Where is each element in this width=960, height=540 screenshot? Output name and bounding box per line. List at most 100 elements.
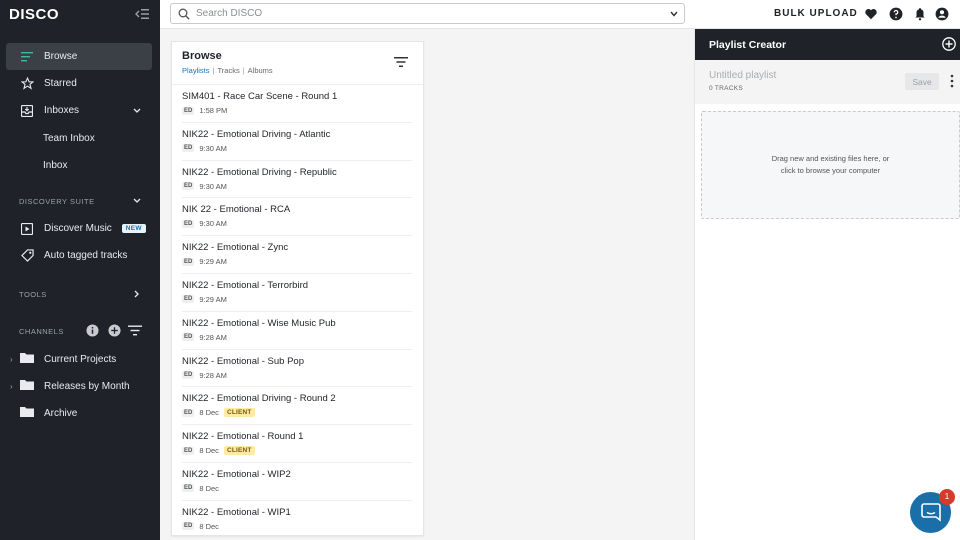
sort-filter-icon[interactable] xyxy=(394,56,408,68)
playlist-creator-title: Playlist Creator xyxy=(709,39,787,51)
search-input[interactable] xyxy=(196,8,666,19)
user-avatar-icon[interactable] xyxy=(935,7,949,21)
playlist-row[interactable]: NIK22 - Emotional Driving - Republic ED 9:… xyxy=(182,161,412,199)
playlist-meta: ED 9:28 AM xyxy=(182,333,412,342)
sidebar-item-starred[interactable]: Starred xyxy=(6,70,152,97)
channel-current-projects[interactable]: › Current Projects xyxy=(6,348,156,370)
playlist-timestamp: 8 Dec xyxy=(199,483,219,493)
playlist-meta: ED 8 Dec xyxy=(182,522,412,531)
help-icon[interactable] xyxy=(889,7,903,21)
sidebar-item-browse[interactable]: Browse xyxy=(6,43,152,70)
playlist-timestamp: 8 Dec xyxy=(199,446,219,456)
filter-icon[interactable] xyxy=(128,325,142,336)
add-channel-icon[interactable] xyxy=(108,324,121,337)
folder-icon xyxy=(20,379,34,393)
drop-zone-text: click to browse your computer xyxy=(780,166,881,175)
top-bar: BULK UPLOAD xyxy=(160,0,960,29)
caret-right-icon[interactable]: › xyxy=(10,355,20,364)
playlist-row[interactable]: SIM401 - Race Car Scene - Round 1 ED 1:58 … xyxy=(182,85,412,123)
tab-tracks[interactable]: Tracks xyxy=(217,66,239,75)
sidebar-item-label: Auto tagged tracks xyxy=(44,250,128,261)
browse-list-icon xyxy=(20,50,34,64)
inbox-icon xyxy=(20,104,34,118)
discovery-suite-label: DISCOVERY SUITE xyxy=(19,197,95,206)
playlist-row[interactable]: NIK22 - Emotional - Zync ED 9:29 AM xyxy=(182,236,412,274)
playlist-timestamp: 9:30 AM xyxy=(199,181,227,191)
playlist-title: NIK22 - Emotional - WIP1 xyxy=(182,506,291,518)
sidebar-item-label: Starred xyxy=(44,78,77,89)
tag-icon xyxy=(20,249,34,263)
playlist-row[interactable]: NIK22 - Emotional - WIP1 ED 8 Dec xyxy=(182,501,412,535)
sidebar-item-label: Inboxes xyxy=(44,105,80,116)
playlist-timestamp: 9:30 AM xyxy=(199,143,227,153)
playlist-row[interactable]: NIK22 - Emotional - Terrorbird ED 9:29 AM xyxy=(182,274,412,312)
owner-initials-badge: ED xyxy=(182,408,195,417)
playlist-row[interactable]: NIK22 - Emotional - Round 1 ED 8 Dec CLIENT xyxy=(182,425,412,463)
chevron-down-icon[interactable] xyxy=(132,196,142,206)
playlist-row[interactable]: NIK 22 - Emotional - RCA ED 9:30 AM xyxy=(182,198,412,237)
playlist-meta: Untitled playlist 0 TRACKS Save xyxy=(695,60,960,104)
channel-label: Archive xyxy=(44,407,78,419)
folder-icon xyxy=(20,352,34,366)
search-box[interactable] xyxy=(170,3,685,24)
collapse-sidebar-icon[interactable] xyxy=(135,8,149,20)
save-button[interactable]: Save xyxy=(905,73,939,90)
browse-tabs: Playlists | Tracks | Albums xyxy=(182,66,273,75)
chat-notification-badge: 1 xyxy=(939,489,955,505)
heart-icon[interactable] xyxy=(864,7,878,21)
info-icon[interactable] xyxy=(86,324,99,337)
sidebar-item-discover-music[interactable]: Discover Music NEW xyxy=(6,215,152,242)
more-options-icon[interactable] xyxy=(949,74,955,88)
play-library-icon xyxy=(20,222,34,236)
channel-archive[interactable]: Archive xyxy=(6,402,156,424)
browse-title: Browse xyxy=(182,50,222,62)
playlist-timestamp: 9:29 AM xyxy=(199,294,227,304)
channel-releases-by-month[interactable]: › Releases by Month xyxy=(6,375,156,397)
owner-initials-badge: ED xyxy=(182,106,195,115)
playlist-title: NIK22 - Emotional - WIP2 xyxy=(182,468,291,480)
owner-initials-badge: ED xyxy=(182,144,195,153)
owner-initials-badge: ED xyxy=(182,257,195,266)
playlist-row[interactable]: NIK22 - Emotional - WIP2 ED 8 Dec xyxy=(182,463,412,501)
playlist-timestamp: 9:28 AM xyxy=(199,332,227,342)
tab-playlists[interactable]: Playlists xyxy=(182,66,210,75)
add-circle-icon[interactable] xyxy=(942,37,956,51)
playlist-meta: ED 8 Dec CLIENT xyxy=(182,446,412,456)
channels-label: CHANNELS xyxy=(19,327,64,336)
sidebar-item-inboxes[interactable]: Inboxes xyxy=(6,97,152,124)
owner-initials-badge: ED xyxy=(182,182,195,191)
chevron-down-icon[interactable] xyxy=(669,9,679,19)
sidebar-item-inbox[interactable]: Inbox xyxy=(43,160,67,171)
playlist-row[interactable]: NIK22 - Emotional - Wise Music Pub ED 9:28… xyxy=(182,312,412,350)
caret-right-icon[interactable]: › xyxy=(10,382,20,391)
playlist-timestamp: 8 Dec xyxy=(199,408,219,418)
playlist-creator-panel: Playlist Creator Untitled playlist 0 TRA… xyxy=(694,29,960,540)
chevron-down-icon[interactable] xyxy=(132,106,142,116)
owner-initials-badge: ED xyxy=(182,522,195,531)
file-drop-zone[interactable]: Drag new and existing files here, or cli… xyxy=(701,111,960,219)
tab-albums[interactable]: Albums xyxy=(248,66,273,75)
app-logo[interactable]: DISCO xyxy=(9,6,59,23)
tools-label: TOOLS xyxy=(19,290,47,299)
sidebar-item-auto-tagged-tracks[interactable]: Auto tagged tracks xyxy=(6,242,152,269)
owner-initials-badge: ED xyxy=(182,371,195,380)
new-badge: NEW xyxy=(121,224,146,233)
browse-panel: Browse Playlists | Tracks | Albums SIM401 - … xyxy=(171,41,424,536)
playlist-name-field[interactable]: Untitled playlist xyxy=(709,70,776,81)
channel-label: Releases by Month xyxy=(44,380,130,392)
playlist-title: NIK22 - Emotional Driving - Republic xyxy=(182,166,337,178)
playlist-title: NIK22 - Emotional - Round 1 xyxy=(182,431,304,443)
bulk-upload-button[interactable]: BULK UPLOAD xyxy=(774,8,858,19)
playlist-row[interactable]: NIK22 - Emotional Driving - Round 2 ED 8 D… xyxy=(182,387,412,426)
playlist-meta: ED 9:30 AM xyxy=(182,182,412,191)
owner-initials-badge: ED xyxy=(182,446,195,455)
client-badge: CLIENT xyxy=(223,408,255,418)
chevron-right-icon[interactable] xyxy=(132,289,142,299)
sidebar-item-team-inbox[interactable]: Team Inbox xyxy=(43,133,95,144)
bell-icon[interactable] xyxy=(913,7,927,21)
owner-initials-badge: ED xyxy=(182,333,195,342)
playlist-row[interactable]: NIK22 - Emotional Driving - Atlantic ED 9:… xyxy=(182,123,412,161)
playlist-timestamp: 9:30 AM xyxy=(199,219,227,229)
playlist-title: NIK22 - Emotional Driving - Round 2 xyxy=(182,393,336,405)
playlist-row[interactable]: NIK22 - Emotional - Sub Pop ED 9:28 AM xyxy=(182,350,412,388)
